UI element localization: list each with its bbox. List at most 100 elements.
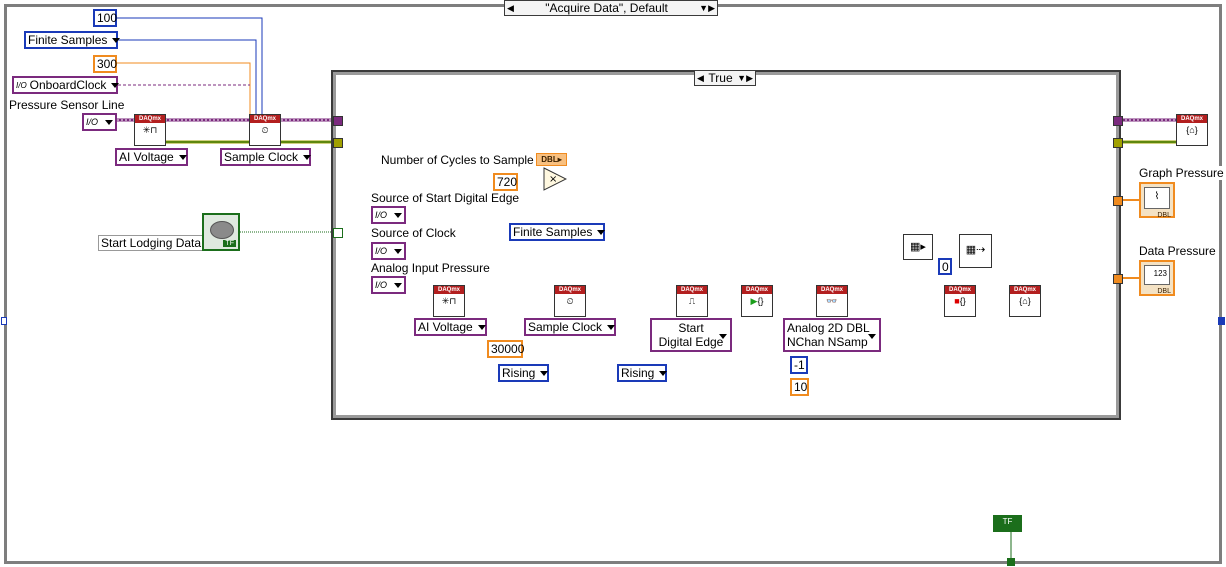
inner-case-selector[interactable]: ◀ True ▼▶	[694, 70, 756, 86]
clear-task-icon: {⌂}	[1019, 296, 1031, 306]
read-ring[interactable]: Analog 2D DBL NChan NSamp	[783, 318, 881, 352]
analog-input-io[interactable]: I/O	[371, 276, 406, 294]
chevron-down-icon	[607, 324, 616, 330]
data-pressure-label: Data Pressure	[1139, 244, 1216, 258]
inner-create-channel-vi[interactable]: DAQmx ✳⊓	[433, 285, 465, 317]
trigger-vi[interactable]: DAQmx ⎍	[676, 285, 708, 317]
inner-sample-mode-ring[interactable]: Finite Samples	[509, 223, 606, 241]
bottom-tunnel	[1007, 558, 1015, 566]
inner-timing-ring[interactable]: Sample Clock	[524, 318, 616, 336]
chevron-down-icon	[719, 334, 727, 339]
create-channel-ring[interactable]: AI Voltage	[115, 148, 188, 166]
left-frame-tunnel	[1, 317, 7, 325]
inner-rate-constant[interactable]: 30000	[487, 340, 524, 358]
read-vi[interactable]: DAQmx 👓	[816, 285, 848, 317]
start-lodging-button[interactable]: TF	[202, 213, 240, 251]
start-task-vi[interactable]: DAQmx ▶{}	[741, 285, 773, 317]
clear-task-icon: {⌂}	[1186, 125, 1198, 135]
increment-arrow-icon[interactable]: ▼▶	[735, 71, 755, 85]
bottom-bool-constant[interactable]: TF	[993, 515, 1022, 532]
wire-sample-mode	[117, 39, 257, 114]
start-edge-source-io[interactable]: I/O	[371, 206, 406, 224]
rate-constant[interactable]: 300	[93, 55, 117, 73]
multiply-icon[interactable]: ×	[543, 167, 567, 191]
channels-constant[interactable]: -1	[790, 356, 808, 374]
timing-vi[interactable]: DAQmx ⏲	[249, 114, 281, 146]
sample-mode-label: Finite Samples	[28, 32, 108, 47]
array-indicator-icon: 123	[1144, 265, 1170, 285]
create-channel-icon: ✳⊓	[441, 296, 457, 306]
index-array-icon: ▦▸	[910, 241, 926, 253]
read-samples-constant[interactable]: 10	[790, 378, 809, 396]
chevron-down-icon	[394, 282, 402, 288]
decrement-arrow-icon[interactable]: ◀	[695, 71, 706, 85]
io-icon: I/O	[86, 117, 99, 127]
start-edge-source-label: Source of Start Digital Edge	[371, 191, 520, 205]
chevron-down-icon	[111, 82, 120, 88]
read-icon: 👓	[826, 296, 838, 306]
toggle-icon	[210, 221, 234, 239]
inner-case-selector-label: True	[708, 71, 733, 85]
clock-source-ring[interactable]: I/O OnboardClock	[12, 76, 120, 94]
chevron-down-icon	[394, 248, 402, 254]
trigger-icon: ⎍	[688, 296, 696, 306]
inner-case-structure	[331, 70, 1121, 420]
wire-rate	[117, 62, 251, 114]
tunnel-task-out	[1113, 116, 1123, 126]
chevron-down-icon	[540, 370, 549, 376]
analog-input-label: Analog Input Pressure	[371, 261, 490, 275]
num-cycles-control[interactable]: DBL▸	[536, 153, 567, 166]
timing-icon: ⏲	[261, 125, 269, 135]
source-clock-io[interactable]: I/O	[371, 242, 406, 260]
inner-edge-ring-1[interactable]: Rising	[498, 364, 549, 382]
data-pressure-indicator[interactable]: 123 DBL	[1139, 260, 1175, 296]
clear-task-vi-outer[interactable]: DAQmx {⌂}	[1176, 114, 1208, 146]
chevron-down-icon	[477, 324, 486, 330]
chevron-down-icon	[105, 119, 113, 125]
chevron-down-icon	[303, 154, 312, 160]
chevron-down-icon	[112, 37, 121, 43]
io-icon: I/O	[375, 246, 388, 256]
tunnel-task-in	[333, 116, 343, 126]
array-function-icon: ▦⇢	[965, 244, 986, 256]
index-array-vi[interactable]: ▦▸	[903, 234, 933, 260]
chevron-down-icon	[394, 212, 402, 218]
start-task-icon: ▶{}	[750, 296, 764, 306]
tunnel-error-out	[1113, 138, 1123, 148]
samples-constant[interactable]: 100	[93, 9, 117, 27]
create-channel-vi[interactable]: DAQmx ✳⊓	[134, 114, 166, 146]
wire-samples	[117, 17, 263, 114]
num-cycles-label: Number of Cycles to Sample	[381, 153, 534, 167]
chevron-down-icon	[868, 334, 876, 339]
right-frame-tunnel	[1218, 317, 1225, 325]
chevron-down-icon	[178, 154, 187, 160]
graph-indicator-icon: ⌇	[1144, 187, 1170, 209]
tunnel-error-in	[333, 138, 343, 148]
multiplier-constant[interactable]: 720	[493, 173, 518, 191]
io-icon: I/O	[16, 80, 27, 90]
timing-ring[interactable]: Sample Clock	[220, 148, 312, 166]
timing-icon: ⏲	[566, 296, 574, 306]
svg-text:×: ×	[549, 174, 557, 185]
inner-clear-task-vi[interactable]: DAQmx {⌂}	[1009, 285, 1041, 317]
chevron-down-icon	[659, 370, 668, 376]
io-icon: I/O	[375, 280, 388, 290]
graph-pressure-label: Graph Pressure	[1139, 166, 1224, 180]
index-constant[interactable]: 0	[938, 258, 952, 275]
inner-edge-ring-2[interactable]: Rising	[617, 364, 668, 382]
trigger-ring[interactable]: Start Digital Edge	[650, 318, 732, 352]
pressure-sensor-label: Pressure Sensor Line	[9, 98, 125, 112]
tunnel-bool-in	[333, 228, 343, 238]
create-channel-icon: ✳⊓	[142, 125, 158, 135]
tunnel-data-out	[1113, 274, 1123, 284]
source-clock-label: Source of Clock	[371, 226, 456, 240]
graph-pressure-indicator[interactable]: ⌇ DBL	[1139, 182, 1175, 219]
stop-task-vi[interactable]: DAQmx ■{}	[944, 285, 976, 317]
pressure-sensor-io[interactable]: I/O	[82, 113, 117, 131]
chevron-down-icon	[597, 229, 606, 235]
inner-timing-vi[interactable]: DAQmx ⏲	[554, 285, 586, 317]
sample-mode-ring[interactable]: Finite Samples	[24, 31, 121, 49]
start-lodging-label: Start Lodging Data	[98, 235, 205, 251]
transpose-vi[interactable]: ▦⇢	[959, 234, 992, 268]
inner-create-channel-ring[interactable]: AI Voltage	[414, 318, 487, 336]
